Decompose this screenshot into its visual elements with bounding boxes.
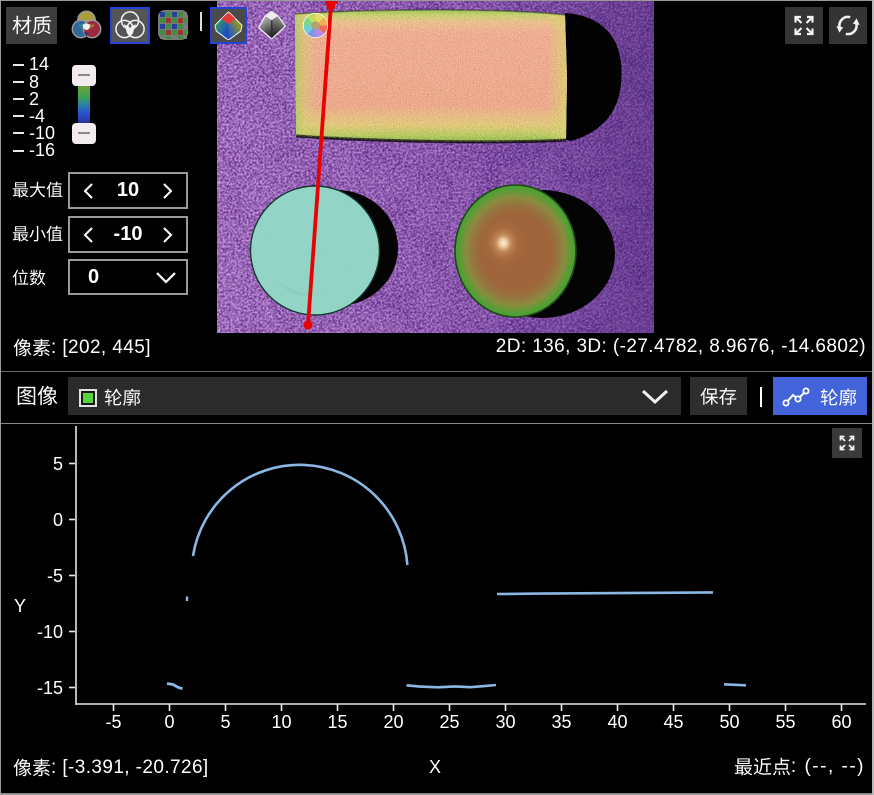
svg-text:5: 5 — [53, 454, 63, 474]
svg-text:0: 0 — [164, 712, 174, 732]
svg-text:45: 45 — [663, 712, 683, 732]
svg-text:15: 15 — [327, 712, 347, 732]
svg-text:0: 0 — [53, 510, 63, 530]
svg-text:55: 55 — [775, 712, 795, 732]
svg-text:-5: -5 — [105, 712, 121, 732]
svg-text:60: 60 — [831, 712, 851, 732]
svg-text:-15: -15 — [37, 678, 63, 698]
svg-text:5: 5 — [220, 712, 230, 732]
svg-text:X: X — [429, 757, 441, 777]
svg-text:-10: -10 — [37, 622, 63, 642]
svg-text:-5: -5 — [47, 566, 63, 586]
svg-text:50: 50 — [719, 712, 739, 732]
svg-text:20: 20 — [383, 712, 403, 732]
svg-text:40: 40 — [607, 712, 627, 732]
svg-text:35: 35 — [551, 712, 571, 732]
svg-text:25: 25 — [439, 712, 459, 732]
svg-text:10: 10 — [271, 712, 291, 732]
svg-text:Y: Y — [14, 596, 26, 616]
svg-text:30: 30 — [495, 712, 515, 732]
